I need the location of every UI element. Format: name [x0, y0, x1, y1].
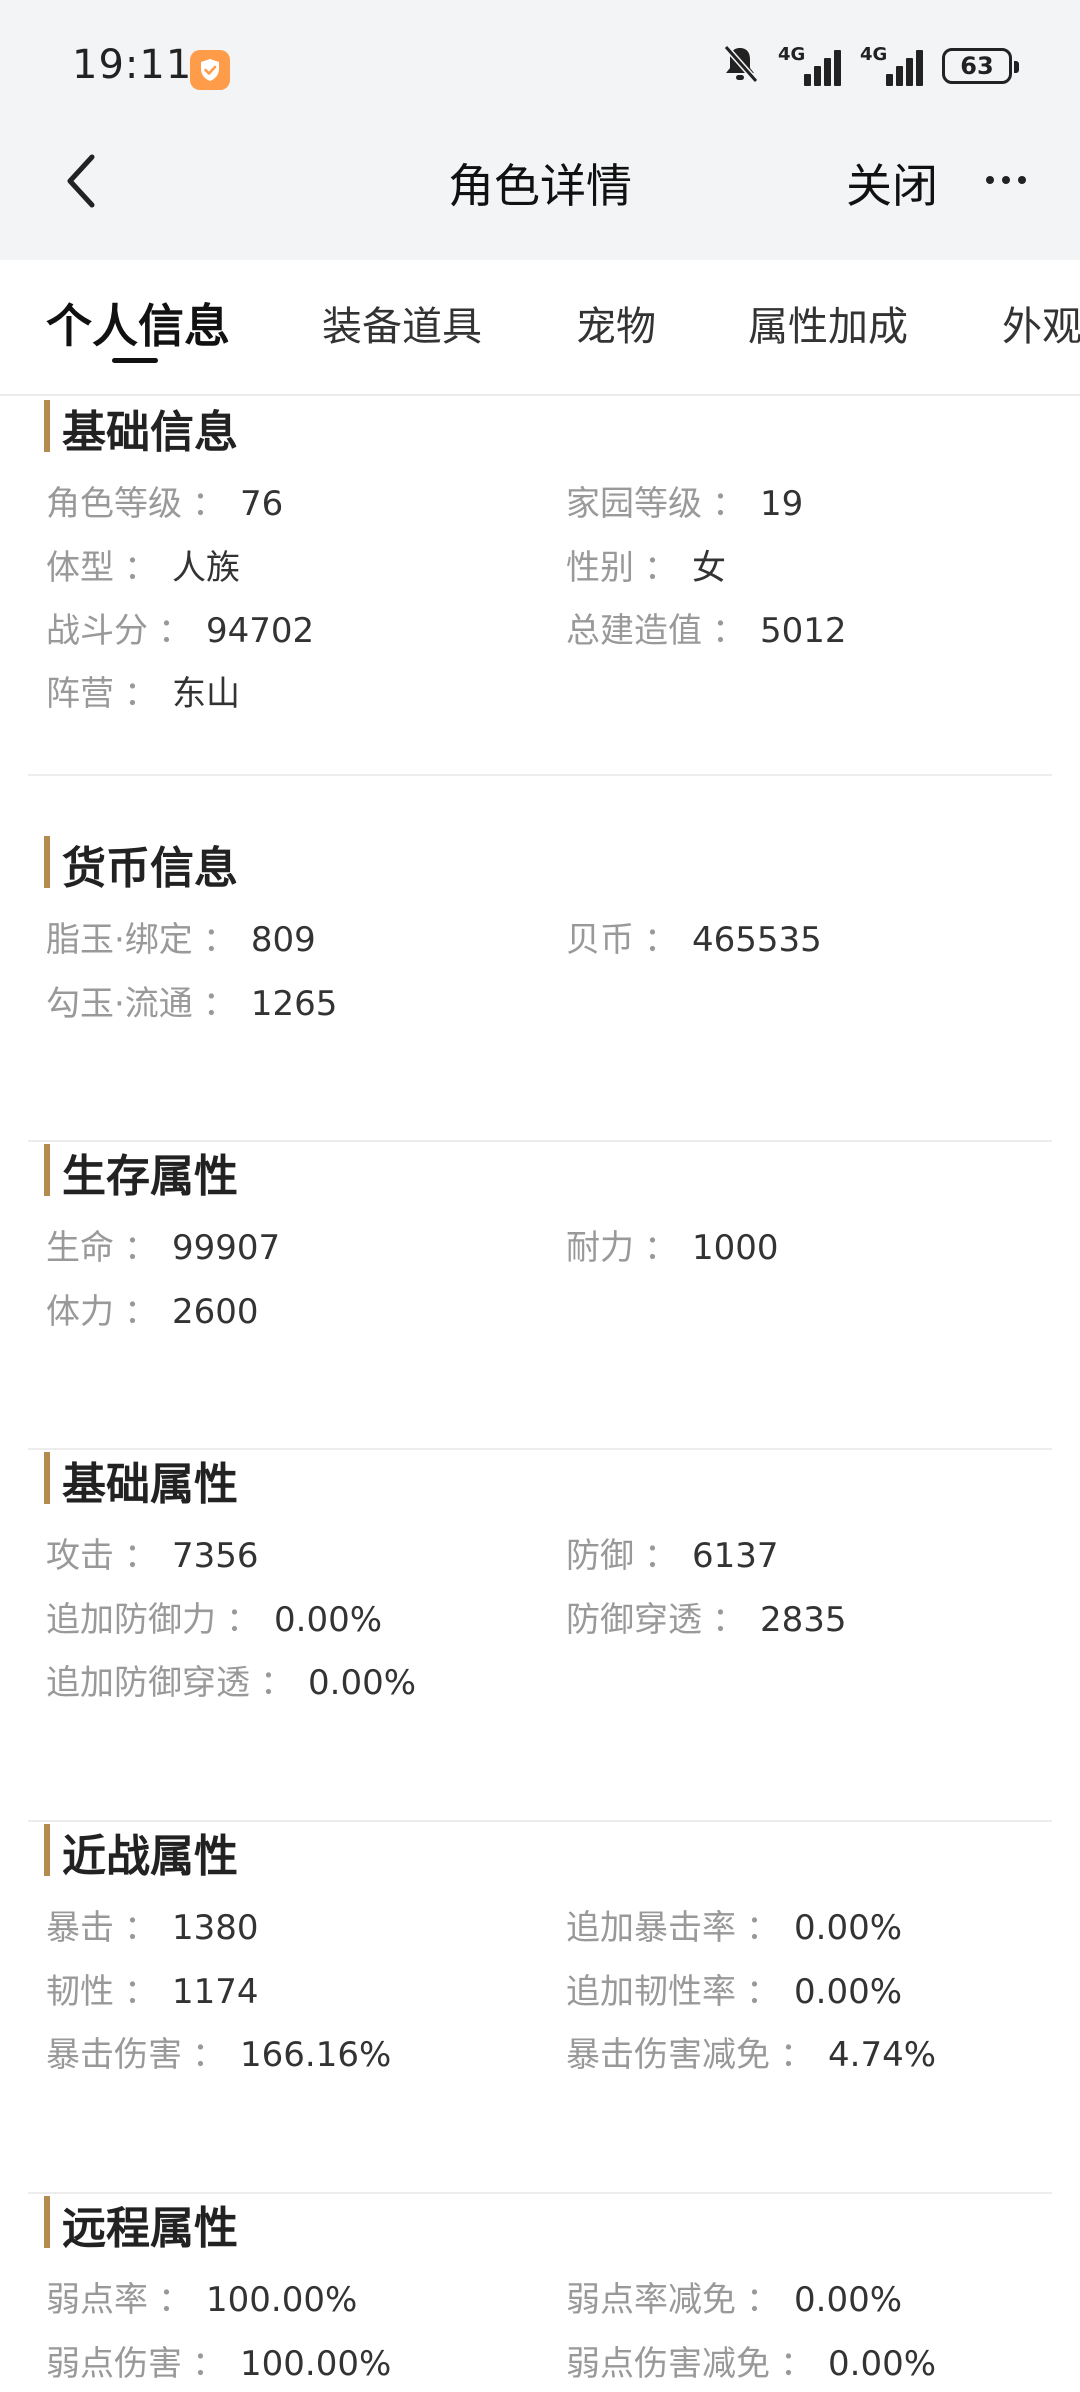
section-melee: 近战属性 暴击： 1380 追加暴击率： 0.00% 韧性： 1174 追加韧性率： 0…: [28, 1820, 1052, 2194]
section-accent-bar: [44, 1452, 50, 1504]
field-weakness-rate-reduction: 弱点率减免： 0.00%: [566, 2280, 903, 2320]
section-title: 基础信息: [62, 407, 238, 458]
field-home-level: 家园等级： 19: [566, 484, 804, 524]
field-gender: 性别：女: [566, 548, 726, 588]
section-basic-info: 基础信息 角色等级： 76 家园等级： 19 体型：人族 性别：女 战斗分： 9470…: [28, 396, 1052, 776]
tab-personal-info[interactable]: 个人信息: [46, 290, 230, 356]
field-endurance: 耐力： 1000: [566, 1228, 779, 1268]
section-survival: 生存属性 生命： 99907 耐力： 1000 体力： 2600: [28, 1140, 1052, 1450]
field-stamina: 体力： 2600: [46, 1292, 259, 1332]
status-icons: 4G 4G 63: [720, 43, 1019, 89]
section-title: 货币信息: [62, 843, 238, 894]
bell-muted-icon: [720, 43, 760, 89]
signal-icon: 4G: [778, 44, 842, 88]
field-extra-defense-pierce: 追加防御穿透： 0.00%: [46, 1663, 417, 1703]
field-crit: 暴击： 1380: [46, 1908, 259, 1948]
section-base-attributes: 基础属性 攻击： 7356 防御： 6137 追加防御力： 0.00% 防御穿透： 28…: [28, 1448, 1052, 1822]
field-body-type: 体型：人族: [46, 548, 240, 588]
more-dots-icon: [986, 176, 994, 184]
field-extra-toughness-rate: 追加韧性率： 0.00%: [566, 1972, 903, 2012]
field-crit-damage: 暴击伤害： 166.16%: [46, 2035, 392, 2075]
battery-level: 63: [960, 52, 994, 80]
tab-equipment[interactable]: 装备道具: [322, 294, 482, 352]
field-defense: 防御： 6137: [566, 1536, 779, 1576]
field-weakness-damage-reduction: 弱点伤害减免： 0.00%: [566, 2344, 937, 2384]
field-role-level: 角色等级： 76: [46, 484, 284, 524]
tab-attribute-bonus[interactable]: 属性加成: [748, 294, 908, 352]
field-weakness-damage: 弱点伤害： 100.00%: [46, 2344, 392, 2384]
field-build-value: 总建造值： 5012: [566, 611, 847, 651]
field-hp: 生命： 99907: [46, 1228, 281, 1268]
field-combat-score: 战斗分： 94702: [46, 611, 315, 651]
section-ranged: 远程属性 弱点率： 100.00% 弱点率减免： 0.00% 弱点伤害： 100.00…: [28, 2192, 1052, 2392]
section-accent-bar: [44, 2196, 50, 2248]
field-magatama-tradable: 勾玉·流通： 1265: [46, 984, 338, 1024]
tab-bar: 个人信息 装备道具 宠物 属性加成 外观: [0, 260, 1080, 396]
field-faction: 阵营：东山: [46, 674, 240, 714]
header: 19:11 4G 4G 63 角色详情 关闭: [0, 0, 1080, 260]
section-title: 基础属性: [62, 1459, 238, 1510]
section-accent-bar: [44, 836, 50, 888]
field-toughness: 韧性： 1174: [46, 1972, 259, 2012]
tab-appearance[interactable]: 外观: [1002, 294, 1080, 352]
section-title: 近战属性: [62, 1831, 238, 1882]
battery-icon: 63: [942, 48, 1019, 84]
section-currency: 货币信息 脂玉·绑定： 809 贝币： 465535 勾玉·流通： 1265: [28, 832, 1052, 1142]
section-accent-bar: [44, 1144, 50, 1196]
section-accent-bar: [44, 1824, 50, 1876]
field-extra-crit-rate: 追加暴击率： 0.00%: [566, 1908, 903, 1948]
shield-icon: [190, 50, 230, 90]
field-attack: 攻击： 7356: [46, 1536, 259, 1576]
section-accent-bar: [44, 400, 50, 452]
field-weakness-rate: 弱点率： 100.00%: [46, 2280, 358, 2320]
field-jade-bound: 脂玉·绑定： 809: [46, 920, 316, 960]
tab-pets[interactable]: 宠物: [576, 294, 656, 352]
more-button[interactable]: [976, 150, 1036, 210]
section-title: 生存属性: [62, 1151, 238, 1202]
status-time: 19:11: [72, 42, 193, 88]
active-tab-indicator: [112, 358, 158, 363]
close-button[interactable]: 关闭: [846, 150, 938, 216]
section-title: 远程属性: [62, 2203, 238, 2254]
field-shell-coin: 贝币： 465535: [566, 920, 822, 960]
field-defense-pierce: 防御穿透： 2835: [566, 1600, 847, 1640]
field-extra-defense: 追加防御力： 0.00%: [46, 1600, 383, 1640]
field-crit-damage-reduction: 暴击伤害减免： 4.74%: [566, 2035, 937, 2075]
signal-icon: 4G: [860, 44, 924, 88]
